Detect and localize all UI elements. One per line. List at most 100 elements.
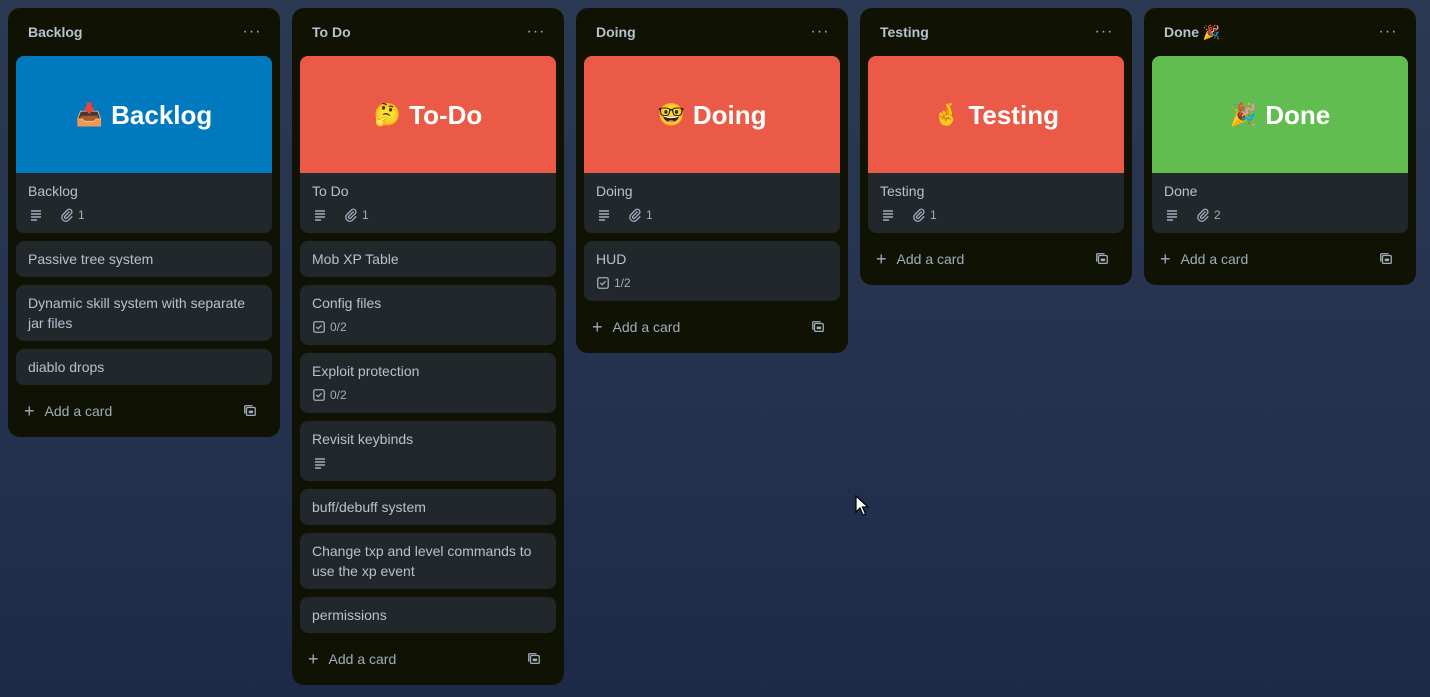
card-cover-done[interactable]: 🎉 Done Done 2 — [1152, 56, 1408, 233]
plus-icon: + — [876, 249, 887, 269]
paperclip-icon — [345, 208, 357, 222]
card-badges — [312, 453, 544, 473]
attachment-badge: 1 — [912, 205, 937, 225]
add-card-row: + Add a card — [584, 309, 840, 345]
checklist-icon — [597, 277, 609, 289]
card-title: Backlog — [28, 183, 78, 199]
card-cover-image: 🤓 Doing — [584, 56, 840, 173]
checklist-count: 0/2 — [330, 388, 347, 402]
card[interactable]: permissions — [300, 597, 556, 633]
mouse-cursor-icon — [855, 495, 869, 516]
checklist-count: 1/2 — [614, 276, 631, 290]
create-from-template-icon[interactable] — [520, 645, 548, 673]
checklist-count: 0/2 — [330, 320, 347, 334]
paperclip-icon — [913, 208, 925, 222]
party-popper-icon: 🎉 — [1229, 101, 1258, 127]
list-menu-icon[interactable]: ··· — [804, 16, 836, 48]
list-header: To Do ··· — [300, 8, 556, 56]
list-title[interactable]: Backlog — [28, 24, 82, 40]
checklist-badge: 0/2 — [312, 317, 347, 337]
card[interactable]: HUD 1/2 — [584, 241, 840, 301]
add-card-row: + Add a card — [16, 393, 272, 429]
list-testing: Testing ··· 🤞 Testing Testing 1 + Add a … — [860, 8, 1132, 285]
add-card-row: + Add a card — [1152, 241, 1408, 277]
card-badges: 1 — [28, 205, 260, 225]
attachment-badge: 1 — [344, 205, 369, 225]
checklist-icon — [313, 321, 325, 333]
nerd-face-icon: 🤓 — [657, 101, 685, 127]
add-card-button[interactable]: + Add a card — [1160, 250, 1248, 268]
add-card-button[interactable]: + Add a card — [592, 318, 680, 336]
list-menu-icon[interactable]: ··· — [1088, 16, 1120, 48]
checklist-icon — [313, 389, 325, 401]
add-card-label: Add a card — [896, 251, 965, 267]
list-title[interactable]: Doing — [596, 24, 636, 40]
list-header: Done 🎉 ··· — [1152, 8, 1408, 56]
list-header: Testing ··· — [868, 8, 1124, 56]
list-menu-icon[interactable]: ··· — [1372, 16, 1404, 48]
add-card-button[interactable]: + Add a card — [24, 402, 112, 420]
card-badges: 1 — [596, 205, 828, 225]
card-cover-doing[interactable]: 🤓 Doing Doing 1 — [584, 56, 840, 233]
plus-icon: + — [592, 317, 603, 337]
cover-text: Done — [1265, 99, 1331, 130]
list-to-do: To Do ··· 🤔 To-Do To Do 1 Mob XP Table C… — [292, 8, 564, 685]
add-card-button[interactable]: + Add a card — [876, 250, 964, 268]
list-header: Backlog ··· — [16, 8, 272, 56]
card-cover-backlog[interactable]: 📥 Backlog Backlog 1 — [16, 56, 272, 233]
cover-text: Backlog — [111, 99, 213, 130]
card-title: Passive tree system — [28, 251, 154, 267]
card[interactable]: Change txp and level commands to use the… — [300, 533, 556, 589]
create-from-template-icon[interactable] — [1372, 245, 1400, 273]
card[interactable]: Revisit keybinds — [300, 421, 556, 481]
card-badges: 1 — [880, 205, 1112, 225]
add-card-label: Add a card — [44, 403, 113, 419]
card[interactable]: Dynamic skill system with separate jar f… — [16, 285, 272, 341]
crossed-fingers-icon: 🤞 — [933, 101, 961, 127]
board: Backlog ··· 📥 Backlog Backlog 1 Passive … — [0, 0, 1430, 697]
create-from-template-icon[interactable] — [804, 313, 832, 341]
add-card-button[interactable]: + Add a card — [308, 650, 396, 668]
card[interactable]: Mob XP Table — [300, 241, 556, 277]
card-cover-to-do[interactable]: 🤔 To-Do To Do 1 — [300, 56, 556, 233]
paperclip-icon — [61, 208, 73, 222]
description-icon — [596, 207, 616, 223]
list-header: Doing ··· — [584, 8, 840, 56]
card[interactable]: Exploit protection 0/2 — [300, 353, 556, 413]
card-title: diablo drops — [28, 359, 105, 375]
card-title: Mob XP Table — [312, 251, 399, 267]
card-title: buff/debuff system — [312, 499, 426, 515]
card-title: permissions — [312, 607, 387, 623]
attachment-count: 1 — [930, 208, 937, 222]
create-from-template-icon[interactable] — [1088, 245, 1116, 273]
cover-text: To-Do — [409, 99, 483, 130]
description-icon — [28, 207, 48, 223]
list-title[interactable]: To Do — [312, 24, 351, 40]
card[interactable]: buff/debuff system — [300, 489, 556, 525]
card-title: Done — [1164, 183, 1198, 199]
attachment-count: 2 — [1214, 208, 1221, 222]
create-from-template-icon[interactable] — [236, 397, 264, 425]
list-title[interactable]: Testing — [880, 24, 929, 40]
description-icon — [312, 207, 332, 223]
checklist-badge: 1/2 — [596, 273, 631, 293]
list-title[interactable]: Done 🎉 — [1164, 24, 1220, 41]
card[interactable]: diablo drops — [16, 349, 272, 385]
card[interactable]: Passive tree system — [16, 241, 272, 277]
card-cover-testing[interactable]: 🤞 Testing Testing 1 — [868, 56, 1124, 233]
description-icon — [1164, 207, 1184, 223]
list-menu-icon[interactable]: ··· — [520, 16, 552, 48]
description-icon — [312, 455, 332, 471]
card-title: Doing — [596, 183, 633, 199]
card-badges: 1/2 — [596, 273, 828, 293]
inbox-tray-icon: 📥 — [75, 101, 104, 127]
card-title: HUD — [596, 251, 627, 267]
list-menu-icon[interactable]: ··· — [236, 16, 268, 48]
add-card-label: Add a card — [328, 651, 397, 667]
card-title: Testing — [880, 183, 925, 199]
add-card-label: Add a card — [1180, 251, 1249, 267]
add-card-row: + Add a card — [868, 241, 1124, 277]
cover-text: Testing — [968, 99, 1059, 130]
card[interactable]: Config files 0/2 — [300, 285, 556, 345]
add-card-label: Add a card — [612, 319, 681, 335]
